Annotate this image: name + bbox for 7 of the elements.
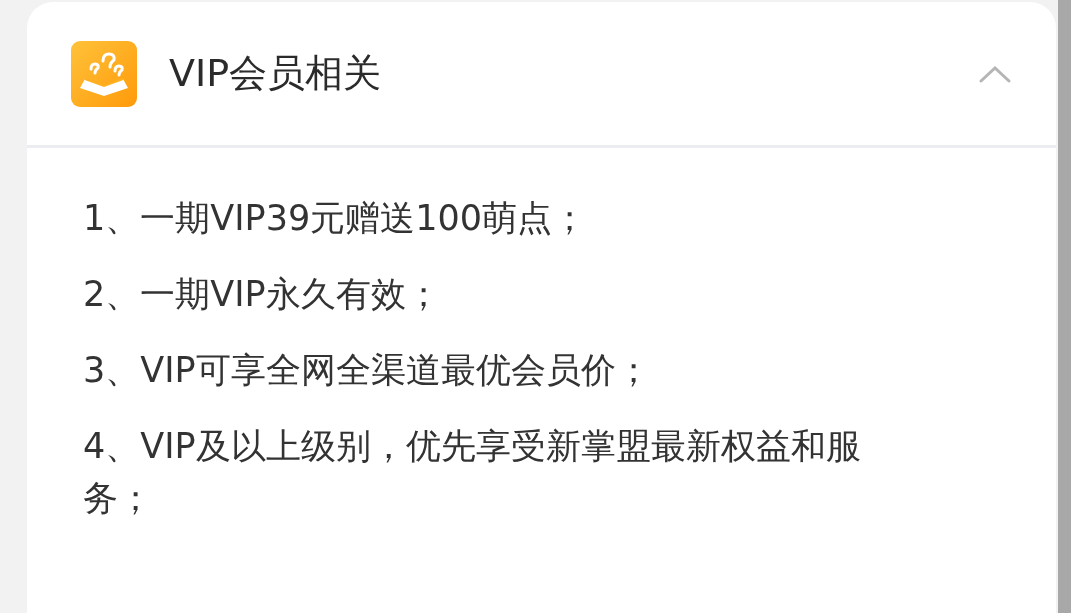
book-question-icon bbox=[71, 40, 137, 107]
list-item: 4、VIP及以上级别，优先享受新掌盟最新权益和服务； bbox=[83, 425, 862, 520]
list-item: 3、VIP可享全网全渠道最优会员价； bbox=[83, 349, 652, 392]
list-item: 1、一期VIP39元赠送100萌点； bbox=[83, 197, 588, 240]
section-title: VIP会员相关 bbox=[169, 50, 383, 97]
list-item: 2、一期VIP永久有效； bbox=[83, 273, 442, 316]
chevron-icon[interactable] bbox=[978, 63, 1012, 84]
